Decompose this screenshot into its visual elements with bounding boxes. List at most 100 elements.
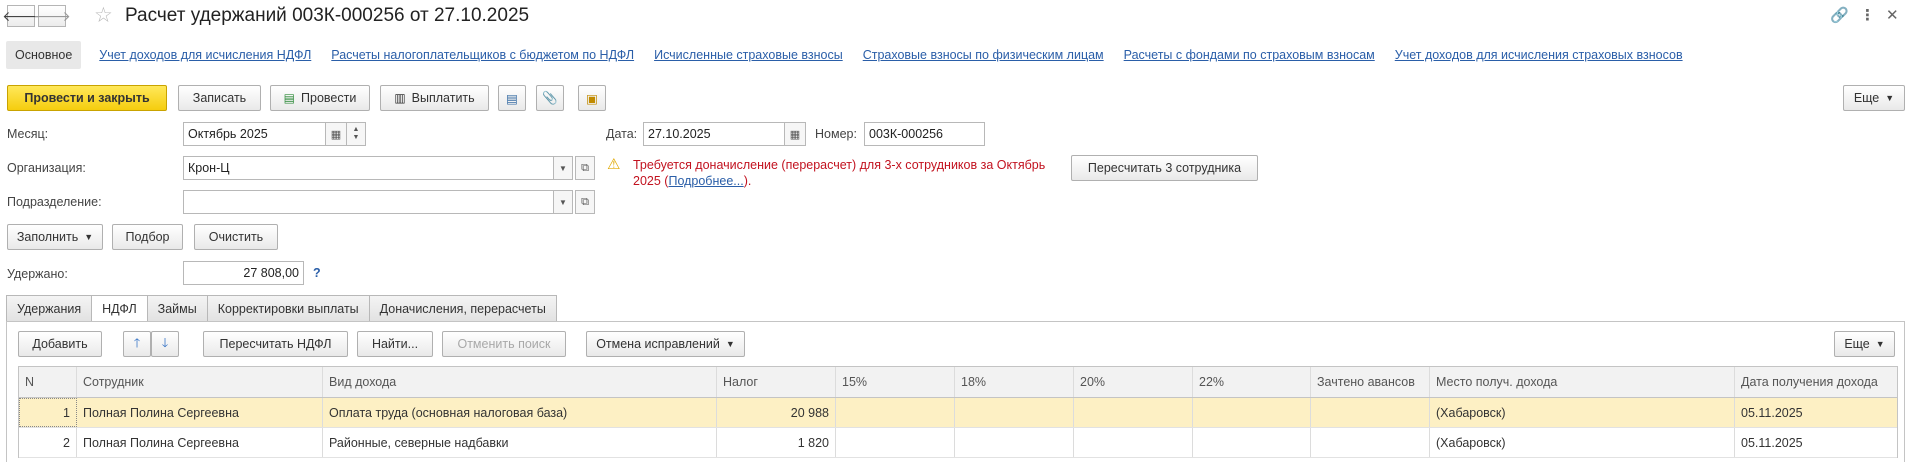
date-calendar-button[interactable]: ▦ <box>784 122 806 146</box>
calendar-icon: ▦ <box>330 128 342 141</box>
tab-deductions[interactable]: Удержания <box>6 295 93 321</box>
print-button[interactable]: ▣ <box>578 85 606 111</box>
org-field[interactable]: Крон-Ц <box>183 156 554 180</box>
tab-ndfl[interactable]: НДФЛ <box>91 295 148 322</box>
cell-employee[interactable]: Полная Полина Сергеевна <box>77 398 323 427</box>
cell-20[interactable] <box>1074 398 1193 427</box>
org-open-button[interactable]: ⧉ <box>575 156 595 180</box>
clear-button[interactable]: Очистить <box>194 224 278 250</box>
tab-loans[interactable]: Займы <box>146 295 208 321</box>
dept-open-button[interactable]: ⧉ <box>575 190 595 214</box>
cell-tax[interactable]: 1 820 <box>717 428 836 457</box>
cell-income-date[interactable]: 05.11.2025 <box>1735 398 1897 427</box>
cell-18[interactable] <box>955 428 1074 457</box>
col-header-n[interactable]: N <box>19 367 77 397</box>
post-button[interactable]: ▤ Провести <box>270 85 370 111</box>
forward-button[interactable]: 🡒 <box>33 5 71 27</box>
org-label: Организация: <box>7 161 86 175</box>
cell-income-type[interactable]: Районные, северные надбавки <box>323 428 717 457</box>
cell-income-place[interactable]: (Хабаровск) <box>1430 428 1735 457</box>
date-field[interactable]: 27.10.2025 <box>643 122 785 146</box>
open-window-icon: ⧉ <box>581 161 589 174</box>
cancel-search-button[interactable]: Отменить поиск <box>442 331 566 357</box>
dept-dropdown-button[interactable]: ▼ <box>553 190 573 214</box>
section-nav: Основное Учет доходов для исчисления НДФ… <box>6 40 1683 70</box>
cell-advances[interactable] <box>1311 398 1430 427</box>
cell-income-date[interactable]: 05.11.2025 <box>1735 428 1897 457</box>
cell-18[interactable] <box>955 398 1074 427</box>
calendar-icon: ▦ <box>789 128 801 141</box>
month-calendar-button[interactable]: ▦ <box>325 122 347 146</box>
save-button[interactable]: Записать <box>178 85 261 111</box>
dept-field[interactable] <box>183 190 554 214</box>
cell-22[interactable] <box>1193 428 1311 457</box>
more-vertical-icon[interactable]: ⋮ <box>1860 6 1875 24</box>
month-field[interactable]: Октябрь 2025 <box>183 122 326 146</box>
warning-icon: ⚠ <box>607 156 621 173</box>
table-more-button[interactable]: Еще ▼ <box>1834 331 1895 357</box>
cell-22[interactable] <box>1193 398 1311 427</box>
paperclip-icon: 📎 <box>542 90 558 105</box>
tab-payment-adjustments[interactable]: Корректировки выплаты <box>206 295 370 321</box>
spin-down-icon: ▼ <box>352 134 360 141</box>
section-link-funds[interactable]: Расчеты с фондами по страховым взносам <box>1124 48 1375 62</box>
section-link-insurance-income[interactable]: Учет доходов для исчисления страховых вз… <box>1395 48 1683 62</box>
cell-tax[interactable]: 20 988 <box>717 398 836 427</box>
recalc-warning: Требуется доначисление (перерасчет) для … <box>633 157 1063 189</box>
help-icon[interactable]: ? <box>313 266 321 280</box>
col-header-tax[interactable]: Налог <box>717 367 836 397</box>
number-field[interactable]: 003К-000256 <box>864 122 985 146</box>
more-button[interactable]: Еще ▼ <box>1843 85 1905 111</box>
tab-additional-charges[interactable]: Доначисления, перерасчеты <box>368 295 557 321</box>
table-row[interactable]: 1 Полная Полина Сергеевна Оплата труда (… <box>19 398 1897 428</box>
cell-n[interactable]: 2 <box>19 428 77 457</box>
cell-15[interactable] <box>836 428 955 457</box>
cell-income-type[interactable]: Оплата труда (основная налоговая база) <box>323 398 717 427</box>
pay-button[interactable]: ▥ Выплатить <box>380 85 489 111</box>
add-row-button[interactable]: Добавить <box>18 331 102 357</box>
warning-details-link[interactable]: Подробнее... <box>668 174 743 188</box>
find-button[interactable]: Найти... <box>357 331 433 357</box>
move-down-button[interactable]: 🡓 <box>151 331 179 357</box>
col-header-income-date[interactable]: Дата получения дохода <box>1735 367 1897 397</box>
arrow-down-icon: 🡓 <box>161 335 169 350</box>
move-up-button[interactable]: 🡑 <box>123 331 151 357</box>
cell-20[interactable] <box>1074 428 1193 457</box>
select-button[interactable]: Подбор <box>112 224 183 250</box>
back-button[interactable]: 🡐 <box>2 5 40 27</box>
link-icon[interactable]: 🔗 <box>1830 6 1849 24</box>
chevron-down-icon: ▼ <box>1875 339 1885 349</box>
close-icon[interactable]: ✕ <box>1886 6 1899 24</box>
cell-income-place[interactable]: (Хабаровск) <box>1430 398 1735 427</box>
report-button[interactable]: ▤ <box>498 85 526 111</box>
section-link-ndfl-income[interactable]: Учет доходов для исчисления НДФЛ <box>99 48 311 62</box>
cell-advances[interactable] <box>1311 428 1430 457</box>
section-link-insurance-persons[interactable]: Страховые взносы по физическим лицам <box>863 48 1104 62</box>
col-header-income-type[interactable]: Вид дохода <box>323 367 717 397</box>
attach-button[interactable]: 📎 <box>536 85 564 111</box>
cell-15[interactable] <box>836 398 955 427</box>
col-header-15[interactable]: 15% <box>836 367 955 397</box>
recalc-ndfl-button[interactable]: Пересчитать НДФЛ <box>203 331 348 357</box>
col-header-advances[interactable]: Зачтено авансов <box>1311 367 1430 397</box>
favorite-star-icon[interactable]: ☆ <box>94 3 113 28</box>
section-main[interactable]: Основное <box>6 41 82 69</box>
section-link-insurance-calc[interactable]: Исчисленные страховые взносы <box>654 48 843 62</box>
undo-corrections-button[interactable]: Отмена исправлений ▼ <box>586 331 745 357</box>
month-spin-button[interactable]: ▲ ▼ <box>346 122 366 146</box>
col-header-employee[interactable]: Сотрудник <box>77 367 323 397</box>
post-and-close-button[interactable]: Провести и закрыть <box>7 85 167 111</box>
col-header-20[interactable]: 20% <box>1074 367 1193 397</box>
cell-employee[interactable]: Полная Полина Сергеевна <box>77 428 323 457</box>
org-dropdown-button[interactable]: ▼ <box>553 156 573 180</box>
section-link-ndfl-budget[interactable]: Расчеты налогоплательщиков с бюджетом по… <box>331 48 634 62</box>
withheld-field: 27 808,00 <box>183 261 304 285</box>
col-header-22[interactable]: 22% <box>1193 367 1311 397</box>
cell-n[interactable]: 1 <box>19 398 77 427</box>
page-title: Расчет удержаний 003К-000256 от 27.10.20… <box>125 5 530 26</box>
table-row[interactable]: 2 Полная Полина Сергеевна Районные, севе… <box>19 428 1897 458</box>
fill-button[interactable]: Заполнить ▼ <box>7 224 103 250</box>
recalc-employees-button[interactable]: Пересчитать 3 сотрудника <box>1071 155 1258 181</box>
col-header-income-place[interactable]: Место получ. дохода <box>1430 367 1735 397</box>
col-header-18[interactable]: 18% <box>955 367 1074 397</box>
